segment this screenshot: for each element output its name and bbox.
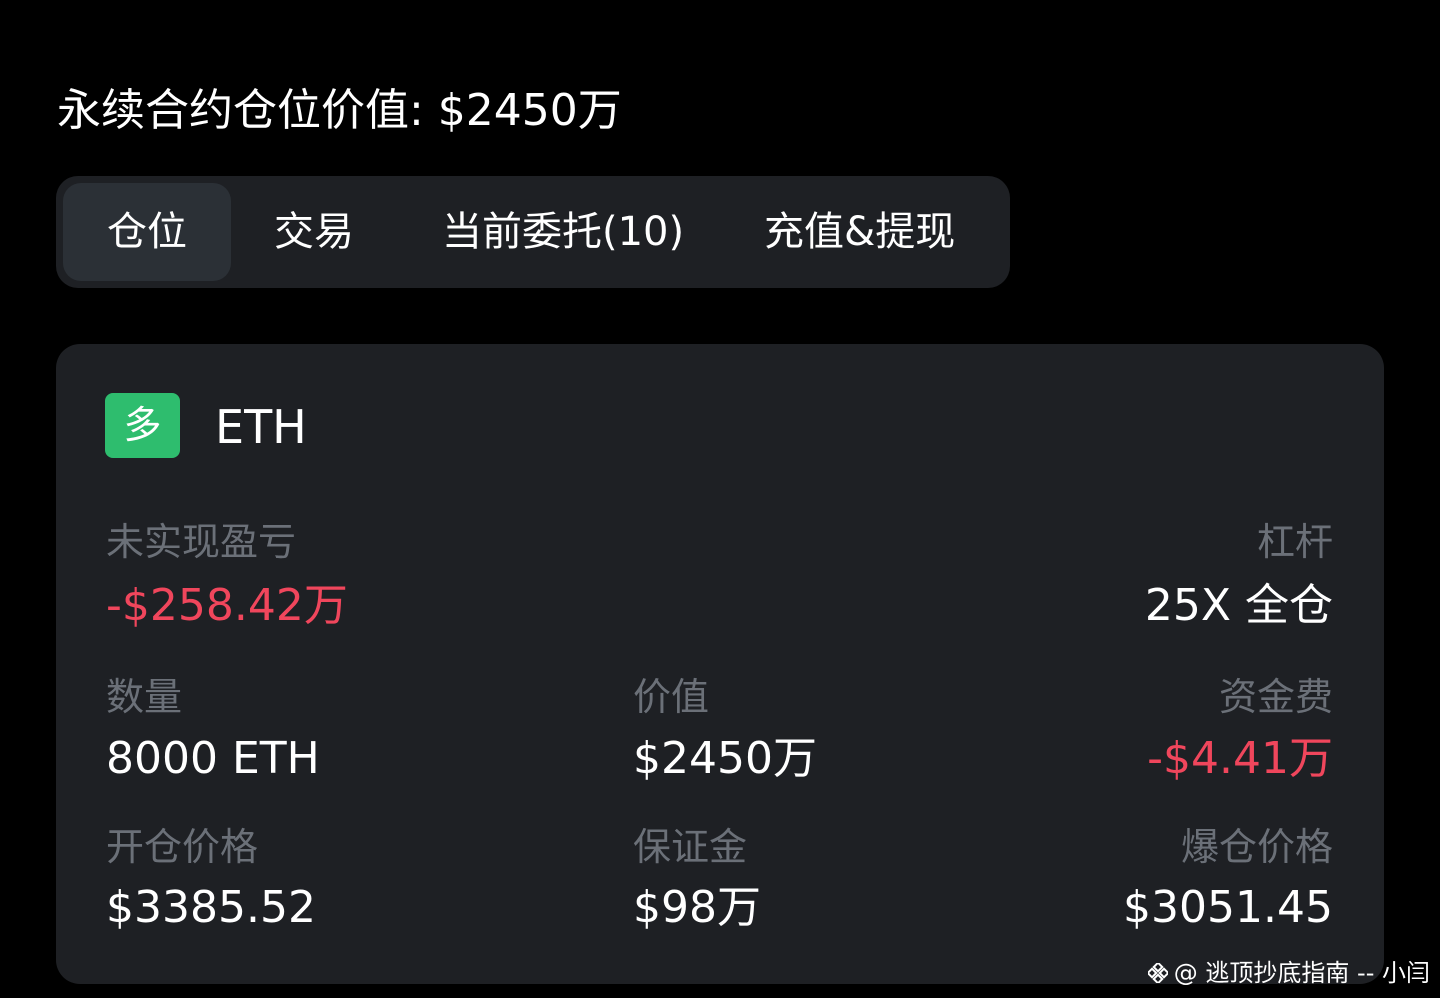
margin-value: $98万 <box>633 882 761 933</box>
entry-price-value: $3385.52 <box>106 882 316 933</box>
watermark: @ 逃顶抄底指南 -- 小闫 <box>1147 958 1430 988</box>
liquidation-price-value: $3051.45 <box>1123 882 1333 933</box>
quantity-label: 数量 <box>106 675 183 719</box>
value-label: 价值 <box>633 675 710 719</box>
funding-fee-value: -$4.41万 <box>1147 733 1333 784</box>
quantity-value: 8000 ETH <box>106 733 320 784</box>
unrealized-pnl-label: 未实现盈亏 <box>106 520 297 564</box>
position-card[interactable]: 多 ETH 未实现盈亏 -$258.42万 杠杆 25X 全仓 数量 8000 … <box>56 344 1384 984</box>
position-symbol: ETH <box>215 400 307 454</box>
unrealized-pnl-value: -$258.42万 <box>106 580 348 631</box>
page-title: 永续合约仓位价值: $2450万 <box>57 85 622 136</box>
binance-logo-icon <box>1147 963 1168 983</box>
liquidation-price-label: 爆仓价格 <box>1180 825 1333 869</box>
value-value: $2450万 <box>633 733 817 784</box>
tab-bar: 仓位 交易 当前委托(10) 充值&提现 <box>56 176 1010 288</box>
margin-label: 保证金 <box>633 825 748 869</box>
watermark-text: @ 逃顶抄底指南 -- 小闫 <box>1173 959 1430 987</box>
tab-trades[interactable]: 交易 <box>274 183 354 281</box>
tab-deposit-withdraw[interactable]: 充值&提现 <box>764 183 955 281</box>
long-side-badge: 多 <box>105 393 180 458</box>
tab-open-orders[interactable]: 当前委托(10) <box>442 183 684 281</box>
tab-positions[interactable]: 仓位 <box>63 183 231 281</box>
leverage-label: 杠杆 <box>1256 520 1333 564</box>
leverage-value: 25X 全仓 <box>1144 580 1333 631</box>
entry-price-label: 开仓价格 <box>106 825 259 869</box>
funding-fee-label: 资金费 <box>1218 675 1333 719</box>
